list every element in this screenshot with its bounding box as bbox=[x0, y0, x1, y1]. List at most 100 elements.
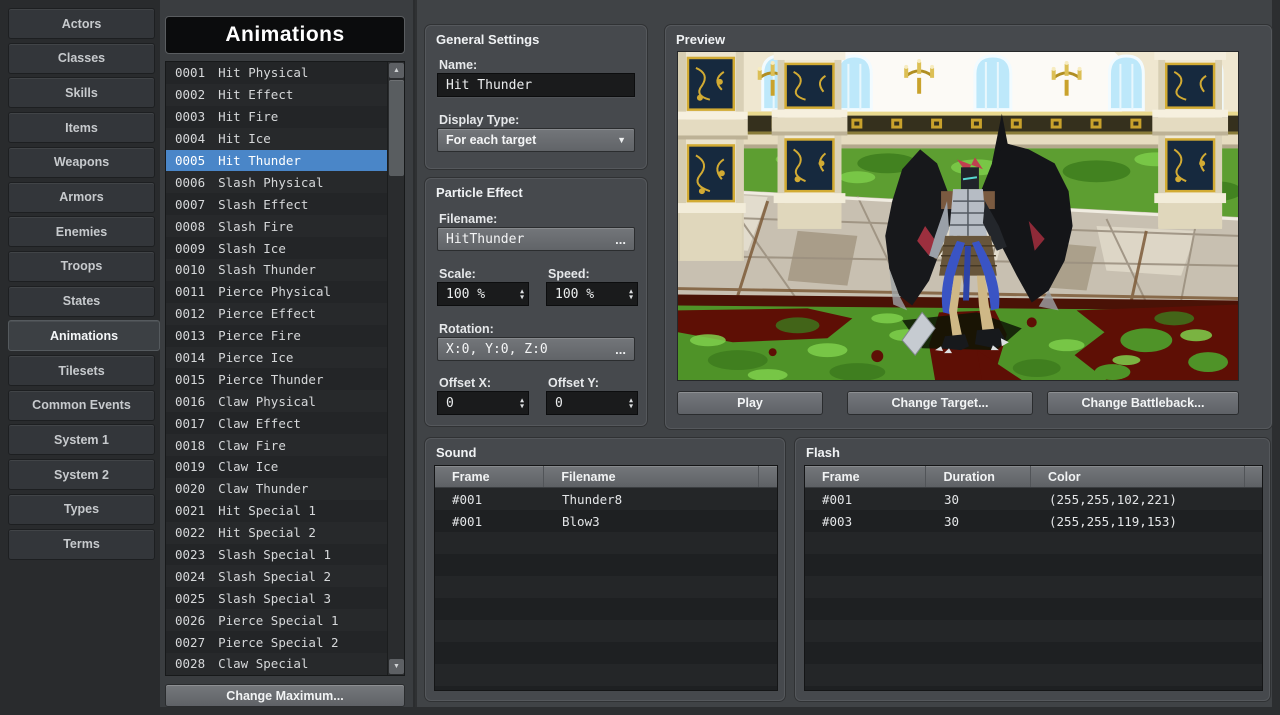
panel-title: General Settings bbox=[436, 32, 539, 47]
display-type-label: Display Type: bbox=[439, 113, 519, 127]
spin-down-icon: ▼ bbox=[629, 403, 633, 409]
sidebar-tab[interactable]: Armors bbox=[8, 182, 155, 213]
table-row[interactable]: #001 Thunder8 bbox=[435, 488, 777, 510]
list-item[interactable]: 0002Hit Effect bbox=[166, 84, 387, 106]
column-header[interactable]: Color bbox=[1031, 466, 1245, 487]
list-item[interactable]: 0020Claw Thunder bbox=[166, 478, 387, 500]
offset-x-stepper[interactable]: 0 ▲▼ bbox=[437, 391, 529, 415]
list-item[interactable]: 0012Pierce Effect bbox=[166, 303, 387, 325]
display-type-select[interactable]: For each target ▼ bbox=[437, 128, 635, 152]
browse-icon: ... bbox=[615, 232, 626, 247]
list-item[interactable]: 0007Slash Effect bbox=[166, 193, 387, 215]
list-item[interactable]: 0023Slash Special 1 bbox=[166, 544, 387, 566]
sidebar-tab[interactable]: Items bbox=[8, 112, 155, 143]
sidebar-tab[interactable]: Actors bbox=[8, 8, 155, 39]
column-header-spacer bbox=[759, 466, 777, 487]
panel-title: Particle Effect bbox=[436, 185, 523, 200]
sidebar-tab[interactable]: States bbox=[8, 286, 155, 317]
list-item[interactable]: 0022Hit Special 2 bbox=[166, 522, 387, 544]
rotation-picker[interactable]: X:0, Y:0, Z:0 ... bbox=[437, 337, 635, 361]
column-header[interactable]: Frame bbox=[435, 466, 544, 487]
spin-down-icon: ▼ bbox=[629, 294, 633, 300]
list-item[interactable]: 0011Pierce Physical bbox=[166, 281, 387, 303]
battle-preview-image bbox=[677, 51, 1239, 381]
flash-table-header: Frame Duration Color bbox=[805, 466, 1262, 488]
list-scrollbar[interactable]: ▲ ▼ bbox=[387, 62, 404, 675]
scale-stepper[interactable]: 100 % ▲▼ bbox=[437, 282, 529, 306]
change-maximum-button[interactable]: Change Maximum... bbox=[165, 684, 405, 707]
database-window: Actors Classes Skills Items Weapons Armo… bbox=[0, 0, 1280, 715]
flash-table[interactable]: Frame Duration Color #001 30 (255,255,10… bbox=[804, 465, 1263, 691]
chevron-down-icon: ▼ bbox=[617, 135, 626, 145]
list-item[interactable]: 0028Claw Special bbox=[166, 653, 387, 675]
scroll-up-button[interactable]: ▲ bbox=[389, 63, 404, 78]
table-row[interactable]: #003 30 (255,255,119,153) bbox=[805, 510, 1262, 532]
list-item[interactable]: 0006Slash Physical bbox=[166, 171, 387, 193]
name-label: Name: bbox=[439, 58, 477, 72]
speed-label: Speed: bbox=[548, 267, 590, 281]
sidebar-tab[interactable]: Skills bbox=[8, 77, 155, 108]
list-item[interactable]: 0009Slash Ice bbox=[166, 237, 387, 259]
table-row[interactable]: #001 30 (255,255,102,221) bbox=[805, 488, 1262, 510]
name-input[interactable]: Hit Thunder bbox=[437, 73, 635, 97]
sidebar-tab[interactable]: Animations bbox=[8, 320, 160, 351]
window-edge-right bbox=[1272, 0, 1280, 715]
spin-down-icon: ▼ bbox=[520, 294, 524, 300]
change-battleback-button[interactable]: Change Battleback... bbox=[1047, 391, 1239, 415]
list-item[interactable]: 0025Slash Special 3 bbox=[166, 587, 387, 609]
play-button[interactable]: Play bbox=[677, 391, 823, 415]
list-item[interactable]: 0018Claw Fire bbox=[166, 434, 387, 456]
sidebar-tab[interactable]: Troops bbox=[8, 251, 155, 282]
sound-table[interactable]: Frame Filename #001 Thunder8 #001 Blow3 bbox=[434, 465, 778, 691]
list-item[interactable]: 0015Pierce Thunder bbox=[166, 368, 387, 390]
list-item[interactable]: 0013Pierce Fire bbox=[166, 325, 387, 347]
sidebar-tab[interactable]: Common Events bbox=[8, 390, 155, 421]
database-category-sidebar: Actors Classes Skills Items Weapons Armo… bbox=[0, 0, 160, 715]
list-title: Animations bbox=[165, 16, 405, 54]
sidebar-tab[interactable]: Enemies bbox=[8, 216, 155, 247]
table-row[interactable]: #001 Blow3 bbox=[435, 510, 777, 532]
offset-y-stepper[interactable]: 0 ▲▼ bbox=[546, 391, 638, 415]
list-item[interactable]: 0003Hit Fire bbox=[166, 106, 387, 128]
speed-stepper[interactable]: 100 % ▲▼ bbox=[546, 282, 638, 306]
list-item[interactable]: 0008Slash Fire bbox=[166, 215, 387, 237]
change-target-button[interactable]: Change Target... bbox=[847, 391, 1033, 415]
list-item[interactable]: 0005Hit Thunder bbox=[166, 150, 387, 172]
sidebar-tab[interactable]: Types bbox=[8, 494, 155, 525]
column-header[interactable]: Frame bbox=[805, 466, 926, 487]
spin-down-icon: ▼ bbox=[520, 403, 524, 409]
column-header[interactable]: Filename bbox=[544, 466, 759, 487]
offset-y-label: Offset Y: bbox=[548, 376, 599, 390]
list-item[interactable]: 0027Pierce Special 2 bbox=[166, 631, 387, 653]
panel-title: Preview bbox=[676, 32, 725, 47]
panel-title: Flash bbox=[806, 445, 840, 460]
list-item[interactable]: 0026Pierce Special 1 bbox=[166, 609, 387, 631]
sidebar-tab[interactable]: Weapons bbox=[8, 147, 155, 178]
list-item[interactable]: 0016Claw Physical bbox=[166, 390, 387, 412]
sidebar-tab[interactable]: Classes bbox=[8, 43, 155, 74]
sidebar-tab[interactable]: System 2 bbox=[8, 459, 155, 490]
list-item[interactable]: 0004Hit Ice bbox=[166, 128, 387, 150]
list-item[interactable]: 0014Pierce Ice bbox=[166, 347, 387, 369]
arrow-down-icon: ▼ bbox=[393, 663, 400, 670]
filename-label: Filename: bbox=[439, 212, 497, 226]
window-edge-bottom bbox=[160, 707, 1280, 715]
list-item[interactable]: 0001Hit Physical bbox=[166, 62, 387, 84]
sidebar-tab[interactable]: Tilesets bbox=[8, 355, 155, 386]
sidebar-tab[interactable]: Terms bbox=[8, 529, 155, 560]
filename-picker[interactable]: HitThunder ... bbox=[437, 227, 635, 251]
list-item[interactable]: 0024Slash Special 2 bbox=[166, 565, 387, 587]
scroll-down-button[interactable]: ▼ bbox=[389, 659, 404, 674]
animations-list[interactable]: 0001Hit Physical 0002Hit Effect 0003Hit … bbox=[165, 61, 405, 676]
list-item[interactable]: 0019Claw Ice bbox=[166, 456, 387, 478]
flash-panel: Flash Frame Duration Color #001 30 (255,… bbox=[795, 438, 1270, 701]
list-item[interactable]: 0021Hit Special 1 bbox=[166, 500, 387, 522]
sidebar-tab[interactable]: System 1 bbox=[8, 424, 155, 455]
sound-table-header: Frame Filename bbox=[435, 466, 777, 488]
list-item[interactable]: 0017Claw Effect bbox=[166, 412, 387, 434]
scroll-thumb[interactable] bbox=[389, 80, 404, 176]
arrow-up-icon: ▲ bbox=[393, 67, 400, 74]
list-item[interactable]: 0010Slash Thunder bbox=[166, 259, 387, 281]
column-header-spacer bbox=[1245, 466, 1262, 487]
column-header[interactable]: Duration bbox=[926, 466, 1031, 487]
